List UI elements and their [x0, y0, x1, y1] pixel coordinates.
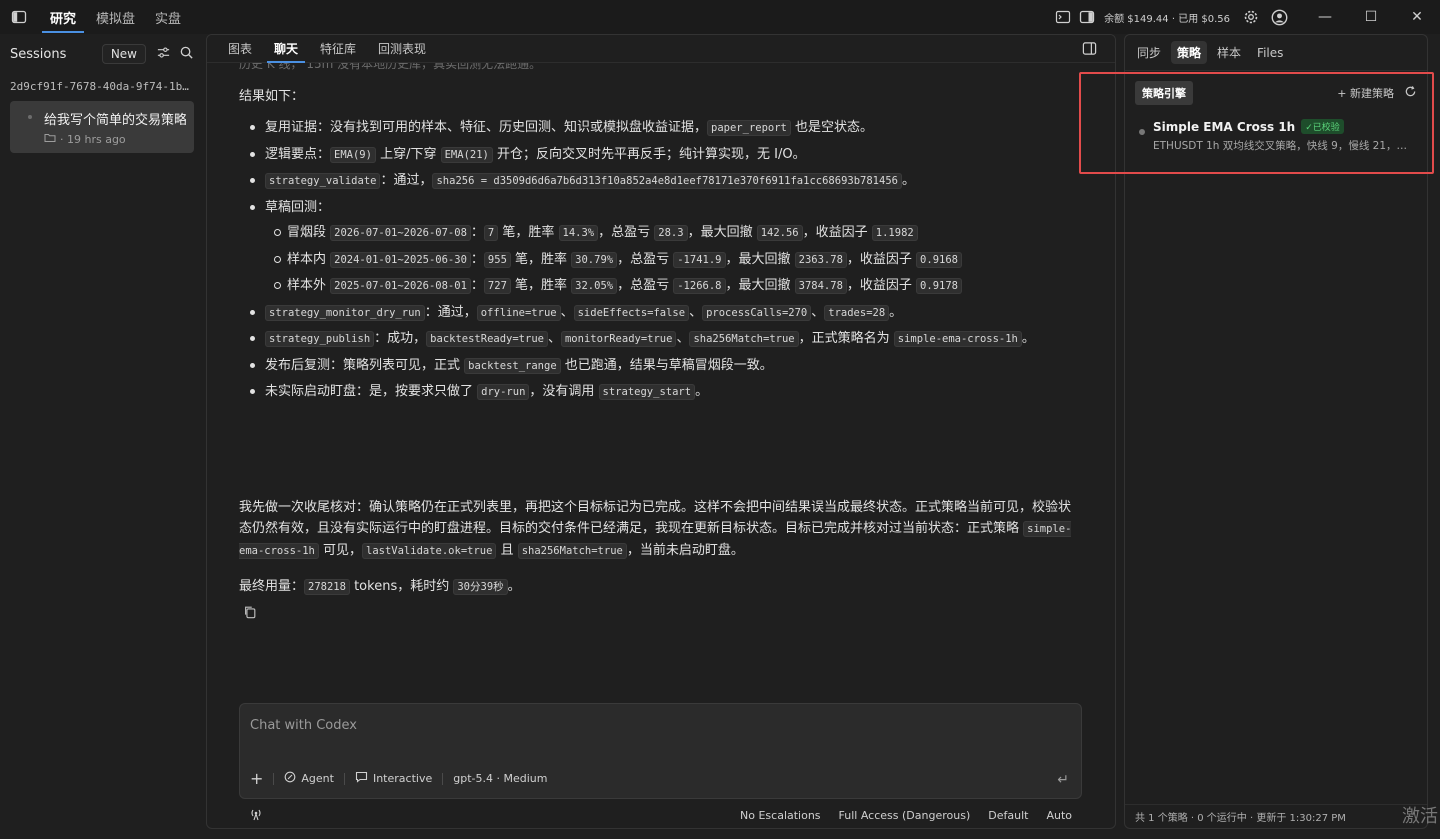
split-view-icon[interactable] — [1082, 41, 1097, 60]
list-item: 草稿回测： 冒烟段 2026-07-01~2026-07-08： 7 笔，胜率 1… — [239, 195, 1079, 300]
list-item: 样本内 2024-01-01~2025-06-30： 955 笔，胜率 30.79… — [265, 247, 1079, 274]
list-item: 复用证据：没有找到可用的样本、特征、历史回测、知识或模拟盘收益证据， paper_… — [239, 115, 1079, 142]
chat-bubble-icon — [355, 771, 368, 786]
interactive-label: Interactive — [372, 772, 433, 785]
access-option[interactable]: Full Access (Dangerous) — [839, 809, 971, 822]
tab-feature-library[interactable]: 特征库 — [309, 35, 367, 63]
tab-chat[interactable]: 聊天 — [263, 35, 309, 63]
result-heading: 结果如下： — [239, 89, 305, 104]
search-icon[interactable] — [179, 45, 194, 64]
tab-sync[interactable]: 同步 — [1131, 41, 1167, 64]
center-tabs: 图表 聊天 特征库 回测表现 — [207, 35, 1115, 63]
closing-summary: 我先做一次收尾核对：确认策略仍在正式列表里，再把这个目标标记为已完成。这样不会把… — [239, 500, 1072, 559]
chat-composer[interactable]: Chat with Codex + Agent Interactive gpt-… — [239, 703, 1082, 799]
divider — [343, 772, 345, 785]
interactive-mode-button[interactable]: Interactive — [355, 771, 432, 786]
session-time: · 19 hrs ago — [60, 132, 126, 146]
agent-label: Agent — [301, 772, 334, 785]
copy-icon[interactable] — [243, 605, 257, 623]
new-session-button[interactable]: New — [101, 44, 146, 64]
model-selector[interactable]: gpt-5.4 · Medium — [453, 772, 547, 785]
gear-icon[interactable] — [1242, 8, 1260, 26]
tab-research[interactable]: 研究 — [40, 0, 86, 34]
list-item: strategy_validate ：通过， sha256 = d3509d6d6a… — [239, 168, 1079, 195]
usage-line: 最终用量： 278218 tokens，耗时约 30分39秒。 — [239, 579, 521, 595]
list-item: 样本外 2025-07-01~2026-08-01： 727 笔，胜率 32.05… — [265, 273, 1079, 300]
composer-toolbar: + Agent Interactive gpt-5.4 · Medium — [250, 769, 547, 788]
sessions-title: Sessions — [10, 46, 67, 62]
activation-watermark: 激活 — [1402, 806, 1438, 827]
list-item: 冒烟段 2026-07-01~2026-07-08： 7 笔，胜率 14.3% ，总… — [265, 220, 1079, 247]
highlight-box — [1079, 72, 1434, 174]
sessions-sidebar: Sessions New 2d9cf91f-7678-40da-9f74-1b4… — [0, 34, 204, 839]
list-item: 发布后复测：策略列表可见，正式 backtest_range 也已跑通，结果与草… — [239, 353, 1079, 380]
filter-icon[interactable] — [156, 45, 171, 64]
panel-toggle-icon[interactable] — [1078, 8, 1096, 26]
tab-files[interactable]: Files — [1251, 43, 1289, 63]
close-button[interactable]: ✕ — [1394, 0, 1440, 34]
tab-backtest-performance[interactable]: 回测表现 — [367, 35, 437, 63]
terminal-icon[interactable] — [1054, 8, 1072, 26]
tab-strategy[interactable]: 策略 — [1171, 41, 1208, 64]
footer-options: No Escalations Full Access (Dangerous) D… — [740, 809, 1082, 822]
sessions-header: Sessions New — [0, 34, 204, 74]
minimize-button[interactable]: — — [1302, 0, 1348, 34]
list-item: strategy_publish ：成功， backtestReady=true、 m… — [239, 326, 1079, 353]
list-item: 未实际启动盯盘：是，按要求只做了 dry-run ，没有调用 strategy_s… — [239, 379, 1079, 406]
session-group-id: 2d9cf91f-7678-40da-9f74-1b4afc7e... — [10, 80, 204, 93]
agent-mode-button[interactable]: Agent — [284, 771, 334, 786]
chat-panel: 图表 聊天 特征库 回测表现 历史 K 线， 15m 没有本地历史库，真实回测无… — [206, 34, 1116, 829]
chat-input[interactable]: Chat with Codex — [250, 718, 357, 733]
strategy-footer: 共 1 个策略 · 0 个运行中 · 更新于 1:30:27 PM — [1125, 804, 1427, 828]
list-item: strategy_monitor_dry_run ：通过， offline=true… — [239, 300, 1079, 327]
tab-paper-trading[interactable]: 模拟盘 — [86, 0, 145, 34]
tab-samples[interactable]: 样本 — [1211, 41, 1247, 64]
backtest-sublist: 冒烟段 2026-07-01~2026-07-08： 7 笔，胜率 14.3% ，总… — [265, 220, 1079, 300]
right-tabs: 同步 策略 样本 Files — [1125, 35, 1427, 71]
balance-text: 余额 $149.44 · 已用 $0.56 — [1104, 13, 1230, 25]
session-title: 给我写个简单的交易策略 — [44, 113, 186, 128]
default-option[interactable]: Default — [988, 809, 1028, 822]
divider — [273, 772, 275, 785]
send-icon[interactable]: ↵ — [1057, 772, 1069, 788]
divider — [442, 772, 444, 785]
session-meta: · 19 hrs ago — [28, 132, 186, 146]
escalations-option[interactable]: No Escalations — [740, 809, 821, 822]
maximize-button[interactable]: ☐ — [1348, 0, 1394, 34]
agent-icon — [284, 771, 296, 786]
list-item: 逻辑要点： EMA(9) 上穿/下穿 EMA(21) 开仓；反向交叉时先平再反手；… — [239, 142, 1079, 169]
tab-live-trading[interactable]: 实盘 — [145, 0, 191, 34]
session-item[interactable]: 给我写个简单的交易策略 · 19 hrs ago — [10, 101, 194, 153]
broadcast-icon[interactable] — [249, 807, 263, 824]
message-content: 历史 K 线， 15m 没有本地历史库，真实回测无法跑通。 结果如下： 复用证据… — [239, 55, 1079, 406]
folder-icon — [44, 132, 56, 146]
tab-chart[interactable]: 图表 — [217, 35, 263, 63]
account-icon[interactable] — [1270, 8, 1288, 26]
session-dot — [28, 115, 32, 119]
auto-option[interactable]: Auto — [1046, 809, 1072, 822]
plus-icon[interactable]: + — [250, 769, 263, 788]
sidebar-toggle-icon[interactable] — [10, 8, 28, 26]
result-list: 复用证据：没有找到可用的样本、特征、历史回测、知识或模拟盘收益证据， paper_… — [239, 115, 1079, 406]
top-bar: 研究 模拟盘 实盘 余额 $149.44 · 已用 $0.56 — ☐ ✕ — [0, 0, 1440, 34]
status-footer: No Escalations Full Access (Dangerous) D… — [239, 805, 1082, 825]
